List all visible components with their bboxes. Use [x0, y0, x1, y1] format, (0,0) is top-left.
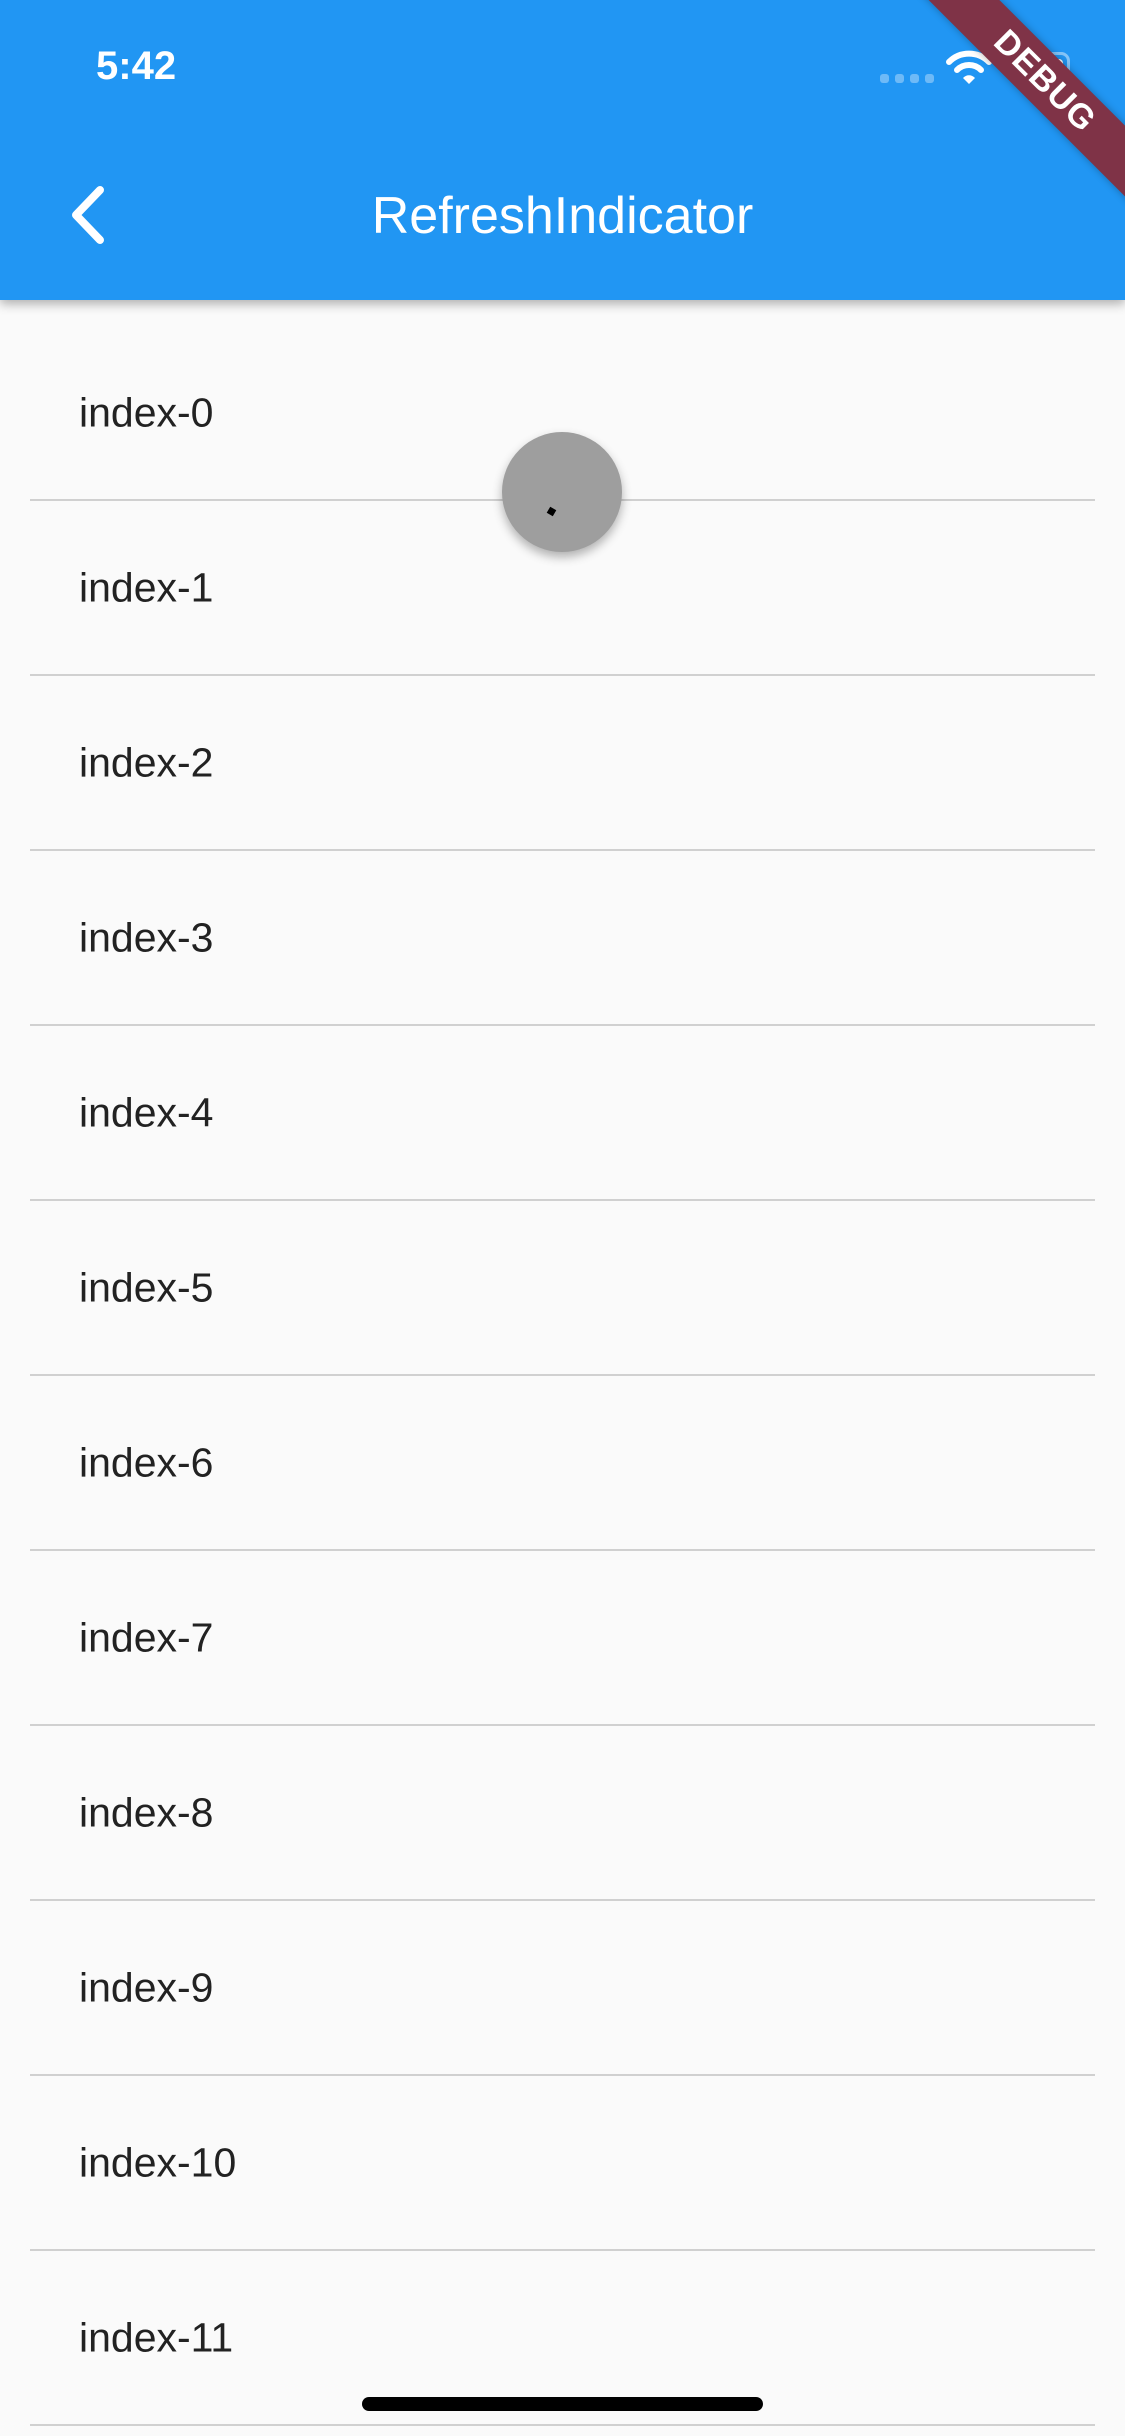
list-item[interactable]: index-2: [30, 676, 1095, 851]
list-item[interactable]: index-3: [30, 851, 1095, 1026]
list-item-label: index-7: [79, 1614, 214, 1660]
list-item[interactable]: index-5: [30, 1201, 1095, 1376]
list-item[interactable]: index-8: [30, 1726, 1095, 1901]
list-item-label: index-2: [79, 739, 214, 785]
list-item-label: index-1: [79, 564, 214, 610]
list-item[interactable]: index-4: [30, 1026, 1095, 1201]
list-item-label: index-6: [79, 1439, 214, 1485]
list-item-label: index-5: [79, 1264, 214, 1310]
list-item-label: index-9: [79, 1964, 214, 2010]
list-item-label: index-10: [79, 2139, 237, 2185]
list-item[interactable]: index-9: [30, 1901, 1095, 2076]
list-item[interactable]: index-6: [30, 1376, 1095, 1551]
list-item-label: index-3: [79, 914, 214, 960]
list-item-label: index-0: [79, 389, 214, 435]
progress-spinner-icon: [546, 506, 557, 517]
status-time: 5:42: [96, 44, 177, 88]
list-item-label: index-4: [79, 1089, 214, 1135]
list-item[interactable]: index-7: [30, 1551, 1095, 1726]
list-item[interactable]: index-10: [30, 2076, 1095, 2251]
list-item-label: index-11: [79, 2314, 234, 2360]
cellular-signal-icon: [880, 74, 934, 83]
list-item-label: index-8: [79, 1789, 214, 1835]
refresh-indicator: [502, 432, 622, 552]
home-indicator[interactable]: [362, 2397, 763, 2411]
app-bar: 5:42 RefreshIndicator: [0, 0, 1125, 300]
list-view[interactable]: index-0 index-1 index-2 index-3 index-4 index…: [0, 326, 1125, 2426]
page-title: RefreshIndicator: [371, 187, 754, 245]
